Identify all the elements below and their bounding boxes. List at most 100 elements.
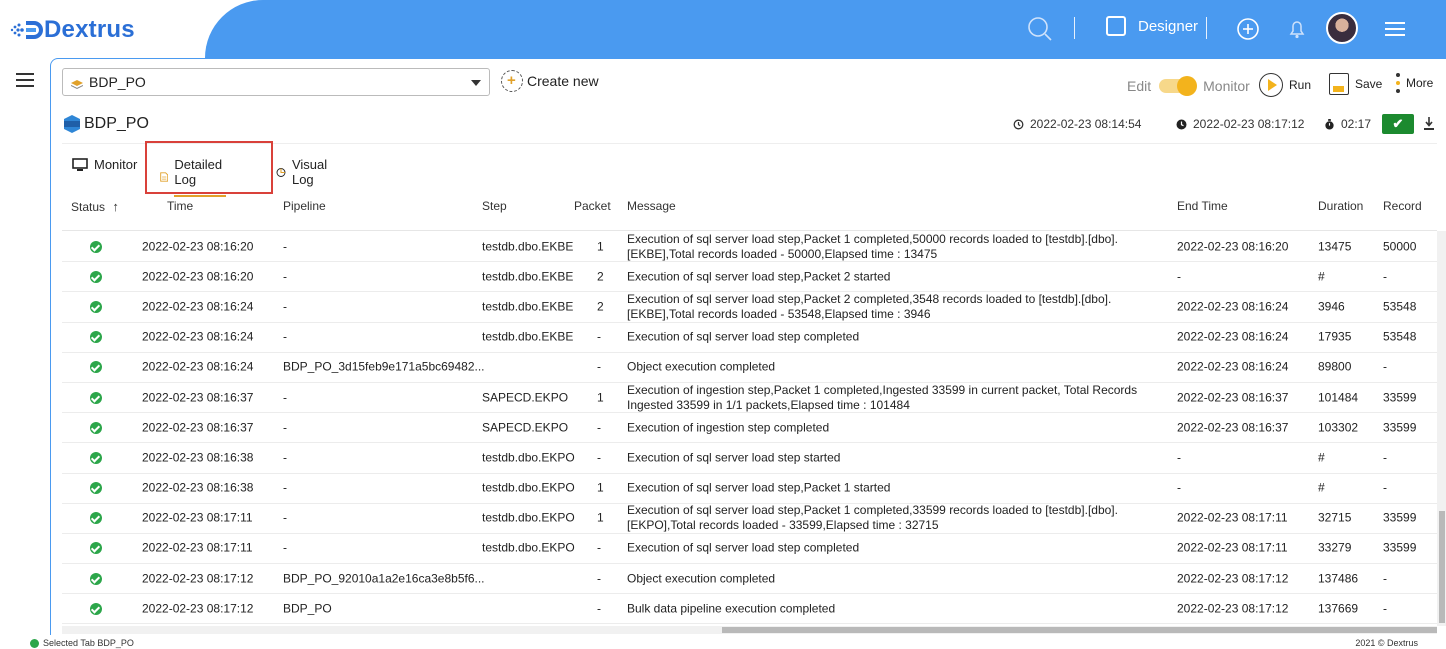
cell-record: 33599	[1383, 420, 1417, 435]
table-row[interactable]: 2022-02-23 08:16:20 - testdb.dbo.EKBE 2 Exec…	[62, 262, 1437, 293]
designer-button[interactable]: Designer	[1106, 16, 1198, 36]
status-success-icon	[90, 331, 102, 344]
table-row[interactable]: 2022-02-23 08:16:24 - testdb.dbo.EKBE - Exec…	[62, 323, 1437, 353]
tab-visual-log[interactable]: Visual Log	[276, 157, 332, 187]
status-success-icon	[90, 451, 102, 464]
cell-step: testdb.dbo.EKBE	[482, 269, 574, 284]
table-row[interactable]: 2022-02-23 08:16:37 - SAPECD.EKPO - Executio…	[62, 413, 1437, 444]
col-step-header[interactable]: Step	[482, 199, 507, 213]
success-status-button[interactable]: ✔	[1382, 114, 1414, 134]
download-icon[interactable]	[1424, 117, 1434, 130]
status-success-icon	[90, 391, 102, 404]
pipeline-select[interactable]: BDP_PO	[62, 68, 490, 96]
cell-record: 50000	[1383, 239, 1417, 254]
cell-end-time: 2022-02-23 08:16:24	[1177, 299, 1289, 314]
col-end-time-header[interactable]: End Time	[1177, 199, 1228, 213]
more-button[interactable]: More	[1396, 73, 1433, 93]
bell-icon[interactable]	[1283, 15, 1311, 43]
status-success-icon	[90, 512, 102, 525]
cell-packet: 1	[597, 239, 604, 254]
table-row[interactable]: 2022-02-23 08:16:38 - testdb.dbo.EKPO - Exec…	[62, 443, 1437, 474]
cell-step: SAPECD.EKPO	[482, 420, 569, 435]
menu-icon[interactable]	[1382, 15, 1410, 43]
status-success-icon	[90, 572, 102, 585]
avatar[interactable]	[1326, 12, 1358, 44]
col-packet-header[interactable]: Packet	[574, 199, 611, 213]
pipeline-select-value: BDP_PO	[89, 74, 146, 90]
layers-icon	[70, 77, 84, 90]
cell-record: -	[1383, 359, 1387, 374]
col-record-header[interactable]: Record	[1383, 199, 1422, 213]
add-circle-icon[interactable]	[1234, 15, 1262, 43]
cell-packet: -	[597, 420, 601, 435]
cell-time: 2022-02-23 08:16:38	[142, 450, 254, 465]
cell-duration: 13475	[1318, 239, 1352, 254]
log-table-header: Status ↑ Time Pipeline Step Packet Messa…	[62, 191, 1437, 231]
cell-packet: -	[597, 329, 601, 344]
cell-packet: -	[597, 540, 601, 555]
cell-message: Execution of ingestion step completed	[627, 420, 830, 435]
cell-record: -	[1383, 571, 1387, 586]
table-row[interactable]: 2022-02-23 08:16:24 - testdb.dbo.EKBE 2 Exec…	[62, 292, 1437, 323]
cell-pipeline: -	[283, 480, 287, 495]
sort-asc-icon[interactable]: ↑	[112, 199, 119, 214]
cell-packet: 1	[597, 390, 604, 405]
cell-time: 2022-02-23 08:17:11	[142, 510, 253, 525]
dextrus-logo-icon	[10, 21, 43, 39]
cell-duration: 3946	[1318, 299, 1345, 314]
save-button[interactable]: Save	[1329, 73, 1382, 95]
vertical-scrollbar[interactable]	[1437, 231, 1446, 626]
table-row[interactable]: 2022-02-23 08:17:12 BDP_PO - Bulk data pipe…	[62, 594, 1437, 625]
cell-message: Execution of sql server load step starte…	[627, 450, 841, 465]
vertical-scroll-thumb[interactable]	[1439, 511, 1445, 623]
cell-record: -	[1383, 601, 1387, 616]
run-button[interactable]: Run	[1259, 73, 1311, 97]
search-icon[interactable]	[1026, 15, 1054, 43]
create-new-button[interactable]: Create new	[501, 70, 599, 92]
cell-end-time: 2022-02-23 08:17:12	[1177, 571, 1289, 586]
cell-record: 53548	[1383, 299, 1417, 314]
brand-logo[interactable]: Dextrus	[10, 16, 135, 44]
cell-record: -	[1383, 450, 1387, 465]
cell-packet: 2	[597, 269, 604, 284]
more-vertical-icon	[1396, 73, 1400, 93]
cell-step: testdb.dbo.EKPO	[482, 480, 575, 495]
cell-end-time: -	[1177, 450, 1181, 465]
edit-label: Edit	[1127, 78, 1152, 94]
check-icon: ✔	[1392, 116, 1404, 131]
cell-pipeline: -	[283, 239, 287, 254]
col-message-header[interactable]: Message	[627, 199, 676, 213]
col-status-header[interactable]: Status ↑	[71, 199, 119, 214]
table-row[interactable]: 2022-02-23 08:16:24 BDP_PO_3d15feb9e171a5…	[62, 353, 1437, 383]
table-row[interactable]: 2022-02-23 08:17:12 BDP_PO_92010a1a2e16ca…	[62, 564, 1437, 595]
cell-end-time: 2022-02-23 08:17:11	[1177, 540, 1288, 555]
table-row[interactable]: 2022-02-23 08:17:11 - testdb.dbo.EKPO 1 Exec…	[62, 503, 1437, 534]
table-row[interactable]: 2022-02-23 08:16:20 - testdb.dbo.EKBE 1 Exec…	[62, 232, 1437, 263]
cell-duration: 137669	[1318, 601, 1359, 616]
col-duration-header[interactable]: Duration	[1318, 199, 1363, 213]
table-row[interactable]: 2022-02-23 08:16:38 - testdb.dbo.EKPO 1 Exec…	[62, 474, 1437, 504]
edit-monitor-toggle[interactable]: Edit Monitor	[1127, 76, 1250, 96]
annotation-highlight-box	[145, 141, 273, 194]
horizontal-scroll-thumb[interactable]	[722, 627, 1437, 633]
cell-duration: 17935	[1318, 329, 1352, 344]
sidebar-toggle-icon[interactable]	[16, 73, 34, 87]
cell-time: 2022-02-23 08:16:24	[142, 299, 254, 314]
horizontal-scrollbar[interactable]	[62, 626, 1437, 634]
history-icon	[1013, 119, 1024, 129]
table-row[interactable]: 2022-02-23 08:16:37 - SAPECD.EKPO 1 Executio…	[62, 383, 1437, 414]
tab-monitor[interactable]: Monitor	[72, 157, 137, 172]
cell-packet: -	[597, 450, 601, 465]
cell-time: 2022-02-23 08:16:20	[142, 239, 254, 254]
cell-message: Bulk data pipeline execution completed	[627, 601, 836, 616]
col-time-header[interactable]: Time	[167, 199, 193, 213]
cell-time: 2022-02-23 08:17:12	[142, 601, 254, 616]
mode-switch[interactable]	[1159, 76, 1198, 96]
cell-end-time: 2022-02-23 08:16:37	[1177, 390, 1289, 405]
col-pipeline-header[interactable]: Pipeline	[283, 199, 326, 213]
cell-pipeline: BDP_PO_3d15feb9e171a5bc69482...	[283, 359, 485, 374]
status-success-icon	[90, 270, 102, 283]
cell-time: 2022-02-23 08:16:24	[142, 329, 254, 344]
cell-packet: 1	[597, 480, 604, 495]
table-row[interactable]: 2022-02-23 08:17:11 - testdb.dbo.EKPO - Exec…	[62, 534, 1437, 565]
